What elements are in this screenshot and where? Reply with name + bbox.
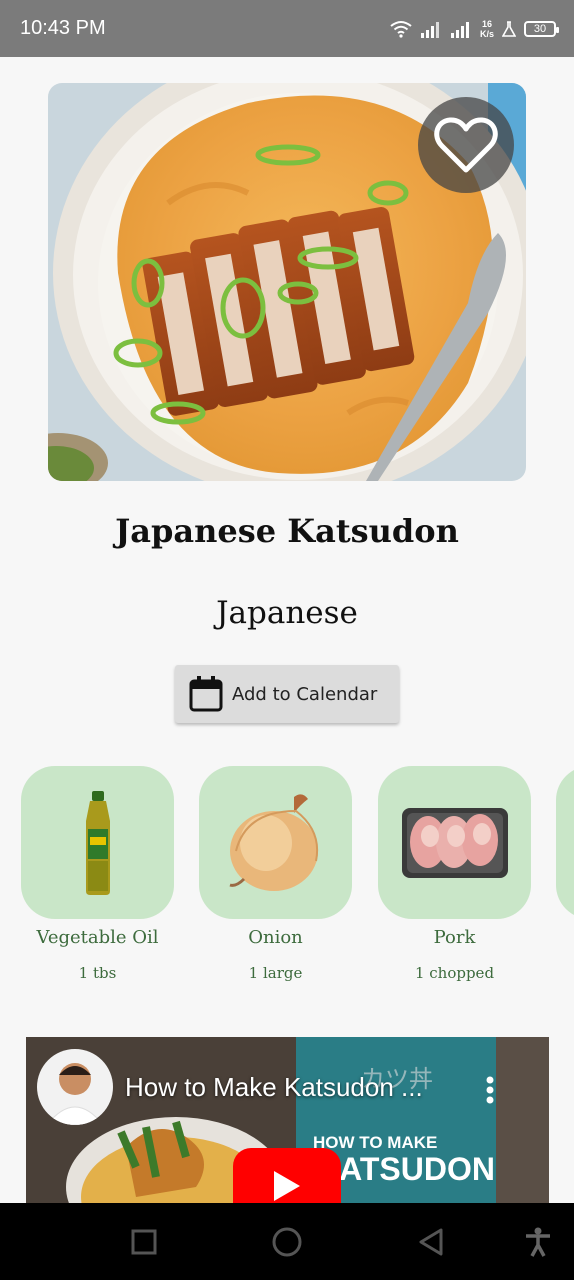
net-speed-unit: K/s [479, 28, 494, 39]
recents-icon[interactable] [131, 1229, 157, 1255]
battery-level: 30 [533, 22, 547, 35]
battery-icon: 30 [524, 20, 559, 37]
net-speed: 16 K/s [480, 19, 494, 39]
onion-image [229, 793, 318, 891]
recipe-detail: Japanese Katsudon Japanese Add to Calend… [0, 57, 574, 1203]
ingredient-card-pork[interactable] [378, 766, 531, 919]
status-bar: 10:43 PM 16 K/s 30 [0, 0, 574, 57]
home-icon[interactable] [272, 1227, 302, 1257]
ingredient-quantity: 1 tbs [78, 964, 117, 982]
status-time: 10:43 PM [20, 17, 106, 39]
signal-icon [420, 21, 439, 38]
ingredient-card-next[interactable] [556, 766, 574, 919]
back-icon[interactable] [418, 1227, 444, 1257]
ingredient-card-onion[interactable] [199, 766, 352, 919]
signal-icon-2 [450, 21, 469, 38]
ingredient-name: Pork [433, 927, 476, 948]
recipe-title: Japanese Katsudon [115, 512, 459, 550]
status-icons: 16 K/s 30 [390, 19, 559, 39]
add-to-calendar-label: Add to Calendar [232, 683, 378, 705]
vegetable-oil-image [85, 790, 110, 895]
channel-avatar[interactable] [37, 1049, 113, 1125]
video-title: How to Make Katsudon ... [125, 1072, 423, 1102]
accessibility-icon[interactable] [525, 1227, 551, 1257]
recipe-cuisine: Japanese [216, 595, 358, 631]
video-thumb-line2: KATSUDON [316, 1151, 495, 1187]
video-thumb-line1: HOW TO MAKE [313, 1133, 437, 1152]
video-player[interactable]: カツ丼 HOW TO MAKE KATSUDON How to Make Kat… [26, 1037, 549, 1203]
ingredient-quantity: 1 chopped [414, 964, 495, 982]
add-to-calendar-button[interactable]: Add to Calendar [175, 665, 399, 723]
play-button[interactable] [233, 1148, 341, 1203]
more-options-icon[interactable] [485, 1075, 495, 1105]
favorite-button[interactable] [418, 97, 514, 193]
play-icon [274, 1170, 300, 1201]
pork-image [401, 807, 508, 878]
system-nav-bar [0, 1203, 574, 1280]
ingredient-card-vegetable-oil[interactable] [21, 766, 174, 919]
heart-outline-icon [434, 117, 498, 173]
ingredient-quantity: 1 large [248, 964, 303, 982]
ingredient-name: Onion [248, 927, 303, 948]
net-speed-value: 16 [481, 18, 492, 29]
ingredient-name: Vegetable Oil [36, 927, 159, 948]
wifi-icon [390, 20, 412, 38]
calendar-icon [189, 676, 223, 712]
flask-icon [502, 20, 516, 37]
